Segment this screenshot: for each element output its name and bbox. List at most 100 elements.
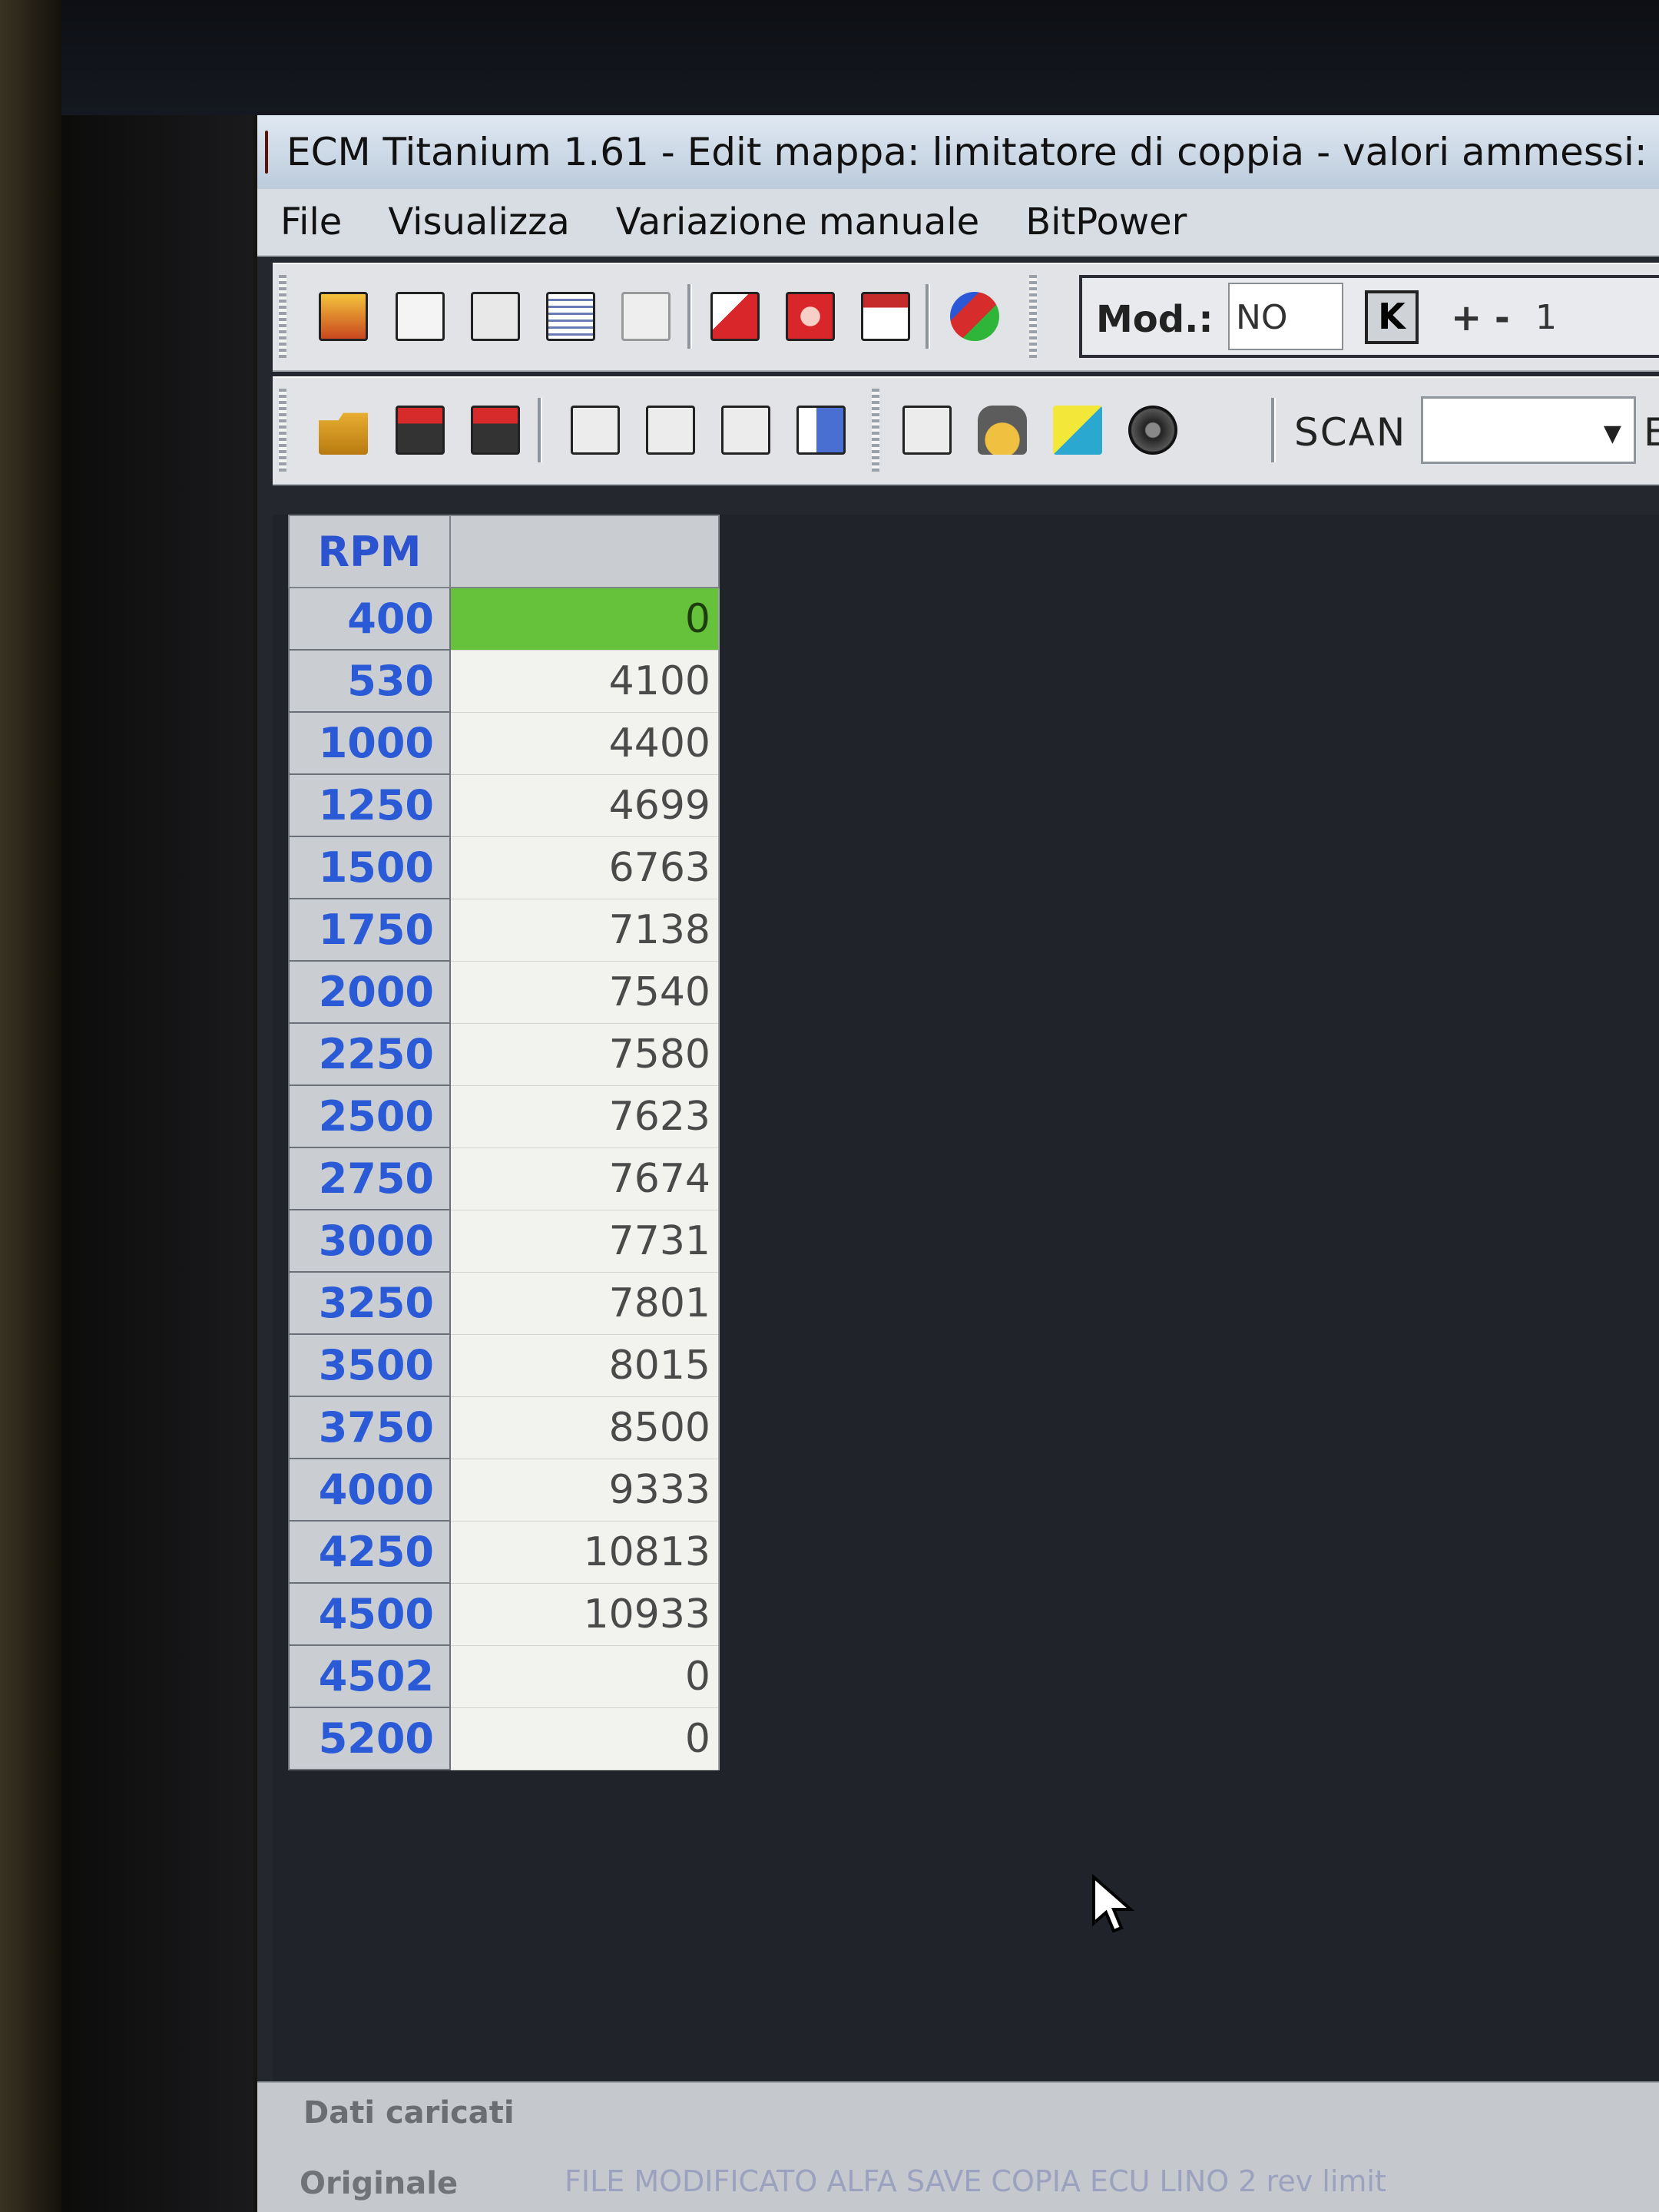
t-icon[interactable] [721, 406, 770, 455]
home-icon[interactable] [319, 292, 368, 341]
clear-icon[interactable] [786, 292, 835, 341]
save-as-icon[interactable] [471, 406, 520, 455]
status-file-name: FILE MODIFICATO ALFA SAVE COPIA ECU LINO… [565, 2164, 1386, 2198]
rpm-cell: 2250 [288, 1022, 451, 1086]
t2-icon[interactable] [902, 406, 952, 455]
map-row: 3500 8015 [288, 1333, 720, 1397]
check-icon[interactable] [710, 292, 760, 341]
value-cell[interactable]: 7623 [450, 1085, 720, 1148]
mod-field[interactable]: NO [1228, 283, 1343, 350]
rpm-cell: 1500 [288, 836, 451, 899]
value-cell[interactable]: 6763 [450, 836, 720, 899]
app-window: ECM Titanium 1.61 - Edit mappa: limitato… [257, 115, 1659, 2212]
menu-file[interactable]: File [280, 200, 342, 243]
monitor-bezel-left [0, 0, 61, 2212]
title-bar: ECM Titanium 1.61 - Edit mappa: limitato… [257, 115, 1659, 189]
value-cell[interactable]: 4699 [450, 774, 720, 837]
column-icon[interactable] [796, 406, 846, 455]
toolbar-separator [538, 398, 542, 462]
menu-bitpower[interactable]: BitPower [1025, 200, 1187, 243]
scan-select[interactable]: ▼ [1421, 396, 1636, 464]
map-row: 3000 7731 [288, 1209, 720, 1273]
value-cell[interactable]: 4100 [450, 650, 720, 713]
open-folder-icon[interactable] [319, 412, 368, 455]
toolbar-separator [1271, 398, 1276, 462]
window-icon[interactable] [861, 292, 910, 341]
value-cell[interactable]: 9333 [450, 1459, 720, 1522]
e-button[interactable]: E [1644, 410, 1659, 455]
map-row: 3250 7801 [288, 1271, 720, 1335]
map-row: 3750 8500 [288, 1396, 720, 1459]
rpm-header: RPM [288, 515, 451, 588]
d-icon[interactable] [571, 406, 620, 455]
3d-icon[interactable] [621, 292, 671, 341]
map-row: 2750 7674 [288, 1147, 720, 1210]
status-original-label: Originale [300, 2166, 459, 2201]
secondary-toolbar: SCAN ▼ E [273, 376, 1659, 485]
rpm-cell: 3250 [288, 1271, 451, 1335]
map-row: 530 4100 [288, 649, 720, 713]
value-cell[interactable]: 0 [450, 1645, 720, 1708]
mod-panel: Mod.: NO K + - 1 [1079, 275, 1659, 358]
rpm-cell: 3500 [288, 1333, 451, 1397]
map-row: 4000 9333 [288, 1458, 720, 1522]
rpm-cell: 5200 [288, 1707, 451, 1770]
save-icon[interactable] [396, 406, 445, 455]
menu-visualizza[interactable]: Visualizza [388, 200, 569, 243]
toolbar-grip[interactable] [1029, 275, 1037, 358]
menu-variazione-manuale[interactable]: Variazione manuale [616, 200, 979, 243]
chevron-down-icon[interactable]: ▼ [1604, 420, 1621, 447]
rpm-cell: 2000 [288, 960, 451, 1024]
rpm-cell: 1250 [288, 773, 451, 837]
map-row: 1250 4699 [288, 773, 720, 837]
lock-icon[interactable] [978, 406, 1027, 455]
d2-icon[interactable] [646, 406, 695, 455]
disc-icon[interactable] [1128, 406, 1177, 455]
value-header [449, 515, 720, 588]
value-cell[interactable]: 8500 [450, 1396, 720, 1459]
value-cell[interactable]: 10933 [450, 1583, 720, 1646]
rpm-cell: 1000 [288, 711, 451, 775]
monitor-bezel-top [0, 0, 1659, 115]
map-row: 1000 4400 [288, 711, 720, 775]
toolbar-grip[interactable] [872, 389, 879, 472]
map-row: 1500 6763 [288, 836, 720, 899]
monitor-bezel-inner [61, 115, 253, 2212]
shapes-icon[interactable] [950, 292, 999, 341]
graph-icon[interactable] [546, 292, 595, 341]
toolbar-separator [687, 284, 692, 349]
value-cell[interactable]: 7731 [450, 1210, 720, 1273]
run-icon[interactable] [1053, 406, 1102, 455]
status-bar: Dati caricati Originale FILE MODIFICATO … [257, 2081, 1659, 2212]
windows-icon[interactable] [396, 292, 445, 341]
value-cell[interactable]: 8015 [450, 1334, 720, 1397]
table-icon[interactable] [471, 292, 520, 341]
map-row: 400 0 [288, 587, 720, 651]
map-row: 2250 7580 [288, 1022, 720, 1086]
value-cell[interactable]: 7540 [450, 961, 720, 1024]
main-toolbar: Mod.: NO K + - 1 [273, 263, 1659, 372]
value-cell[interactable]: 7801 [450, 1272, 720, 1335]
value-cell[interactable]: 4400 [450, 712, 720, 775]
map-table: RPM 400 0 530 4100 1000 4400 1250 4699 1500 6763 1… [288, 515, 720, 1770]
map-row: 4250 10813 [288, 1520, 720, 1584]
value-cell[interactable]: 7674 [450, 1147, 720, 1210]
rpm-cell: 3000 [288, 1209, 451, 1273]
rpm-cell: 400 [288, 587, 451, 651]
value-cell[interactable]: 10813 [450, 1521, 720, 1584]
value-cell[interactable]: 7580 [450, 1023, 720, 1086]
app-icon[interactable] [265, 131, 268, 174]
rpm-cell: 3750 [288, 1396, 451, 1459]
toolbar-grip[interactable] [279, 389, 286, 472]
rpm-cell: 530 [288, 649, 451, 713]
map-row: 4502 0 [288, 1644, 720, 1708]
value-cell[interactable]: 0 [450, 588, 720, 651]
k-icon[interactable]: K [1365, 290, 1419, 344]
toolbar-separator [926, 284, 930, 349]
value-cell[interactable]: 0 [450, 1707, 720, 1770]
toolbar-grip[interactable] [279, 275, 286, 358]
value-cell[interactable]: 7138 [450, 899, 720, 962]
menu-bar: File Visualizza Variazione manuale BitPo… [257, 189, 1659, 257]
window-title: ECM Titanium 1.61 - Edit mappa: limitato… [286, 130, 1659, 174]
step-value[interactable]: 1 [1535, 298, 1557, 337]
